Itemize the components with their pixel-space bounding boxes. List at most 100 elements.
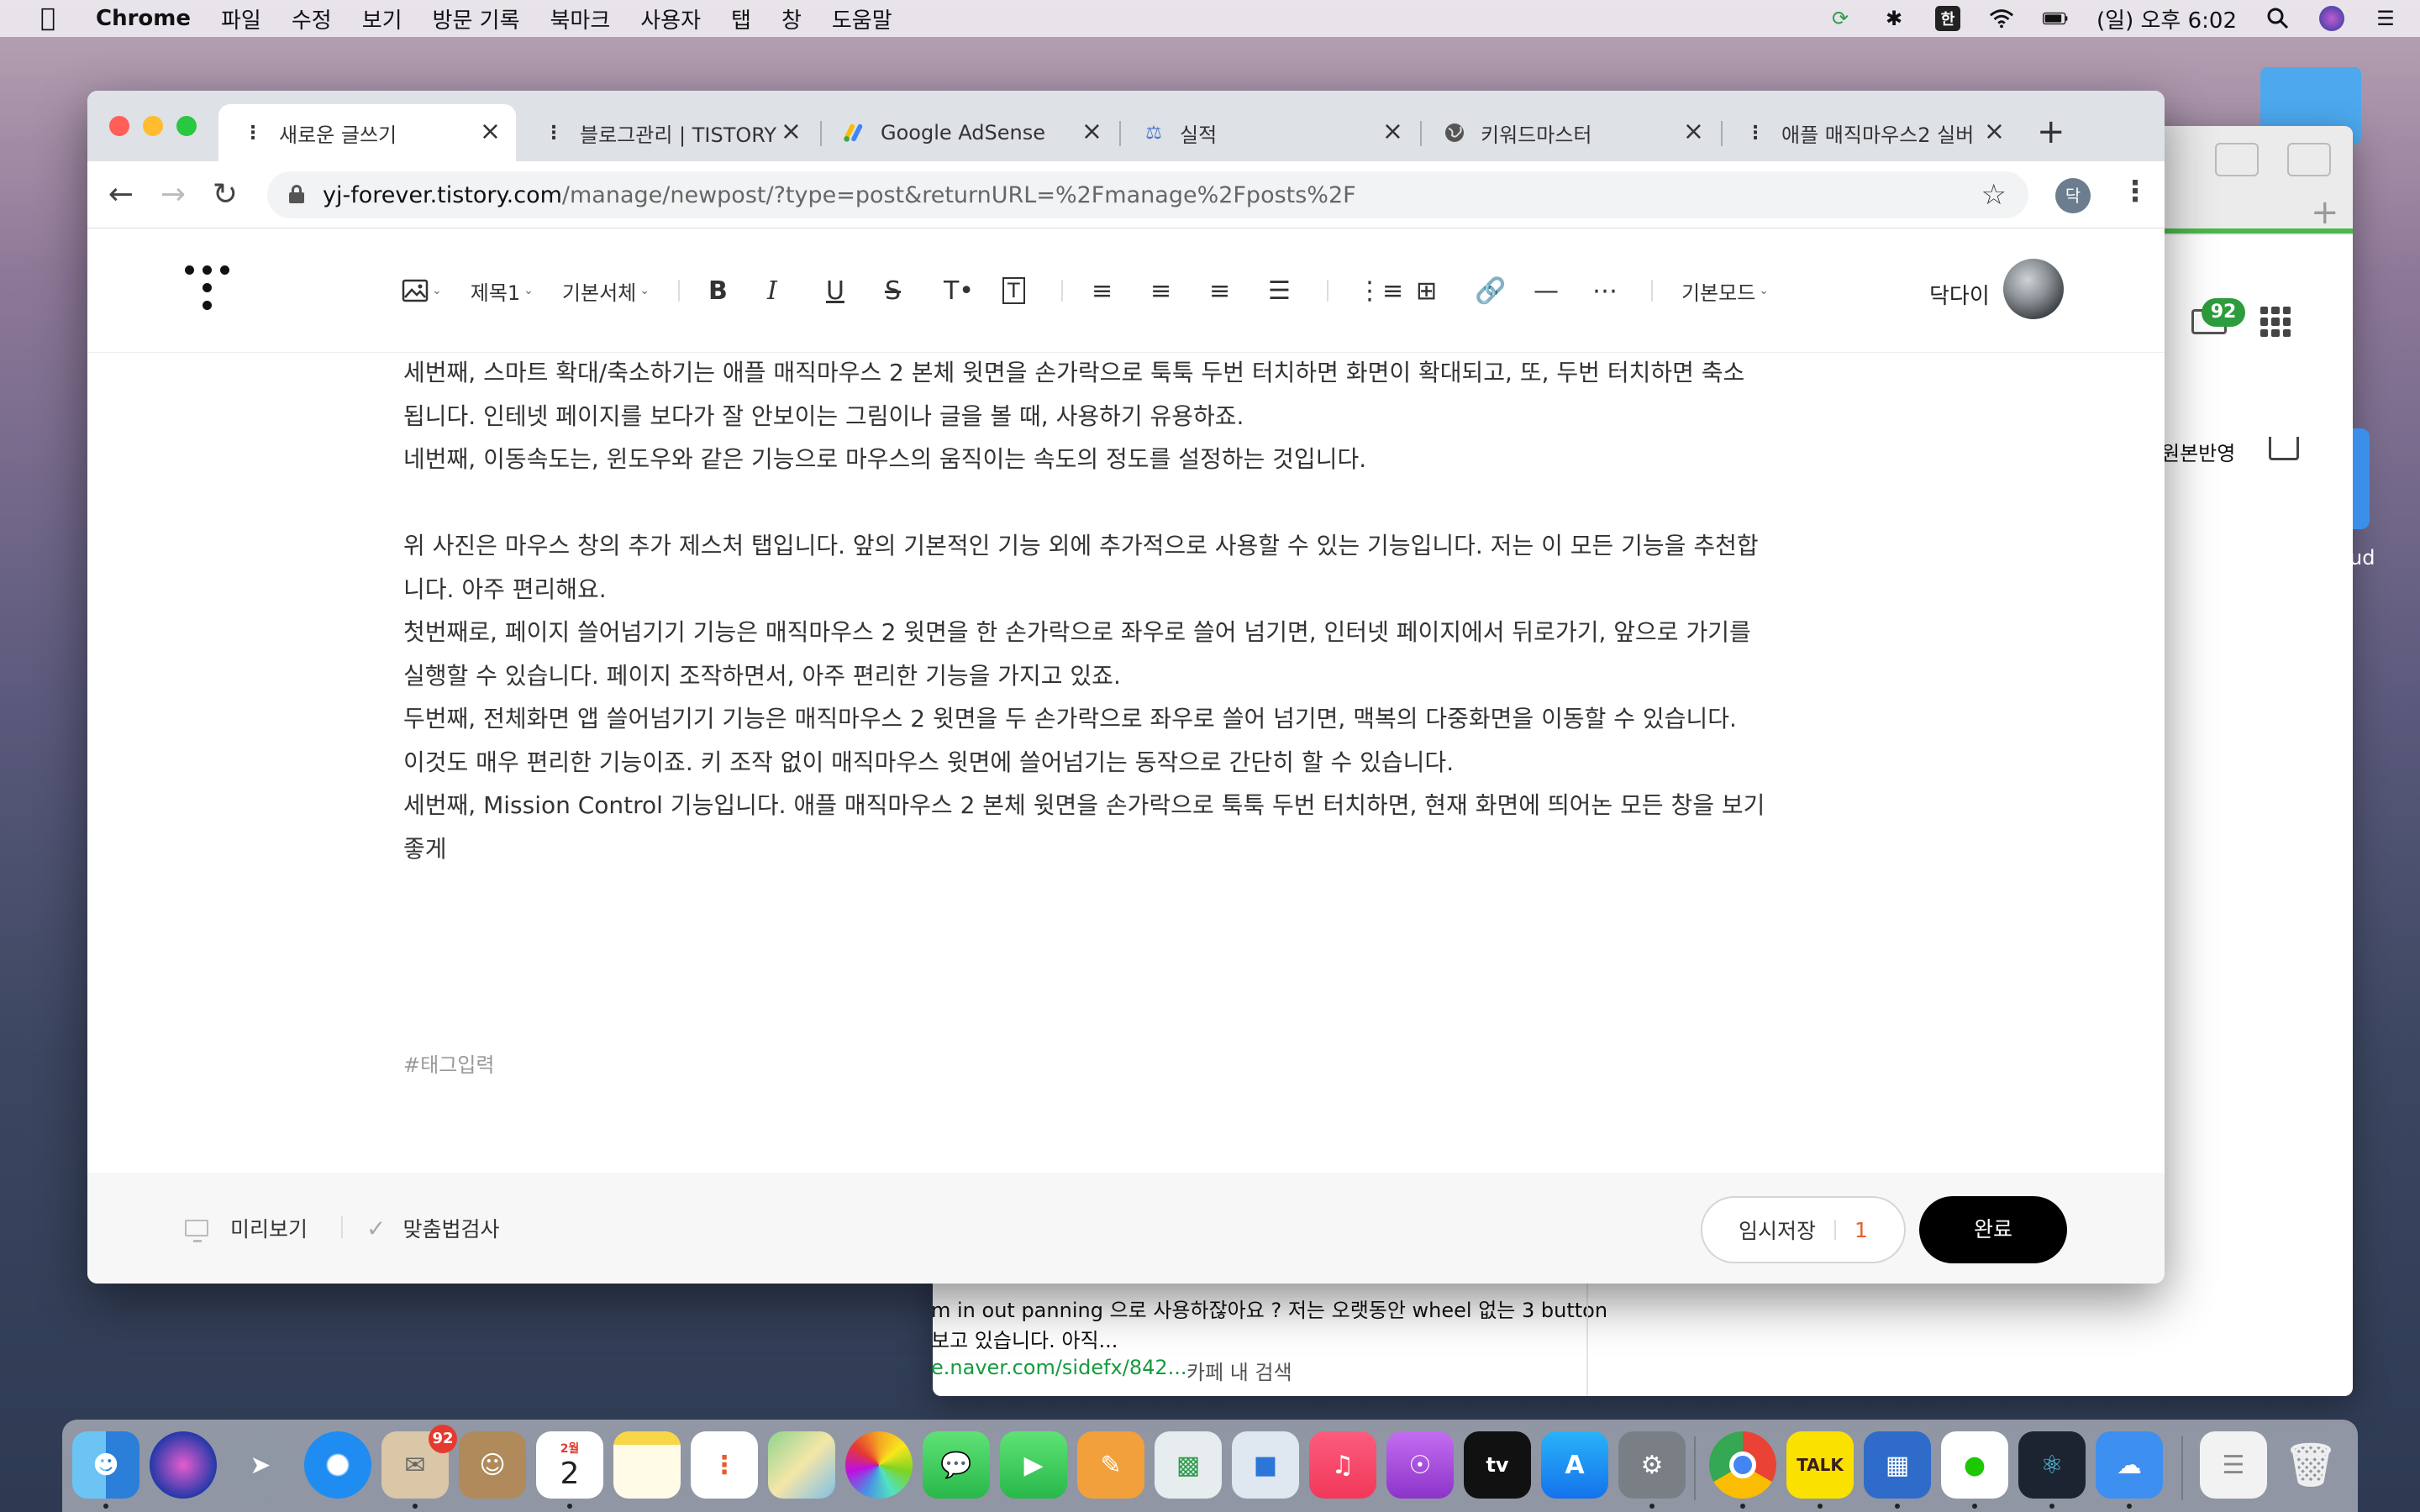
tab-close-icon[interactable]: × <box>480 119 501 144</box>
apple-menu-icon[interactable]:  <box>34 4 62 33</box>
siri-icon[interactable] <box>150 1431 217 1499</box>
align-justify-button[interactable]: ☰ <box>1268 272 1298 309</box>
menu-help[interactable]: 도움말 <box>832 3 892 34</box>
font-select[interactable]: 기본서체 ⌄ <box>562 272 650 309</box>
search-result-snippet-2[interactable]: 보고 있습니다. 아직... <box>931 1324 1118 1353</box>
editor-mode-select[interactable]: 기본모드 ⌄ <box>1681 272 1769 309</box>
menu-view[interactable]: 보기 <box>362 3 402 34</box>
user-avatar[interactable] <box>2003 259 2064 319</box>
contacts-icon[interactable]: ☺ <box>459 1431 526 1499</box>
tab-adsense[interactable]: Google AdSense × <box>820 104 1118 161</box>
calendar-icon[interactable]: 2월 2 <box>536 1431 603 1499</box>
tab-keyword-master[interactable]: 키워드마스터 × <box>1420 104 1719 161</box>
tag-input[interactable]: #태그입력 <box>403 1048 494 1078</box>
post-paragraph-line[interactable]: 세번째, 스마트 확대/축소하기는 애플 매직마우스 2 본체 윗면을 손가락으… <box>403 351 1933 395</box>
podcasts-icon[interactable]: ☉ <box>1386 1431 1454 1499</box>
draft-count[interactable]: 1 <box>1854 1218 1868 1242</box>
text-background-button[interactable]: T <box>1002 272 1033 309</box>
forward-arrow-icon[interactable]: → <box>155 176 192 213</box>
lock-icon[interactable] <box>289 185 304 203</box>
menu-window[interactable]: 창 <box>781 3 802 34</box>
maps-icon[interactable] <box>768 1431 835 1499</box>
input-method-icon[interactable]: 한 <box>1935 6 1961 31</box>
window-close-button[interactable] <box>109 116 129 136</box>
original-reflect-link[interactable]: 원본반영 <box>2161 437 2235 466</box>
notification-center-icon[interactable]: ☰ <box>2373 6 2398 31</box>
menu-people[interactable]: 사용자 <box>640 3 701 34</box>
chrome-menu-icon[interactable]: ⋮ <box>2121 175 2149 208</box>
post-paragraph-line[interactable]: 네번째, 이동속도는, 윈도우와 같은 기능으로 마우스의 움직이는 속도의 정… <box>403 438 1933 481</box>
text-color-button[interactable]: T• <box>944 272 974 309</box>
siri-icon[interactable] <box>2319 6 2344 31</box>
icloud-drive-icon[interactable] <box>2353 428 2370 529</box>
post-paragraph-line[interactable]: 두번째, 전체화면 앱 쓸어넘기기 기능은 매직마우스 2 윗면을 두 손가락으… <box>403 697 1933 741</box>
window-minimize-button[interactable] <box>143 116 163 136</box>
italic-button[interactable]: I <box>767 272 797 309</box>
search-result-url[interactable]: e.naver.com/sidefx/842... <box>931 1356 1187 1379</box>
facetime-icon[interactable]: ▶ <box>1000 1431 1067 1499</box>
background-new-tab-icon[interactable]: + <box>2311 193 2339 232</box>
background-tabs-icon[interactable] <box>2287 143 2331 176</box>
battery-icon[interactable] <box>2043 6 2068 31</box>
table-button[interactable]: ⊞ <box>1416 272 1446 309</box>
menu-file[interactable]: 파일 <box>221 3 261 34</box>
reminders-icon[interactable]: ⋮ <box>691 1431 758 1499</box>
naver-whale-icon[interactable]: ● <box>1941 1431 2008 1499</box>
new-tab-icon[interactable]: + <box>2037 113 2065 151</box>
atom-editor-icon[interactable]: ⚛ <box>2018 1431 2086 1499</box>
hangul-office-icon[interactable]: ▦ <box>1864 1431 1931 1499</box>
more-options-icon[interactable]: ⋯ <box>1592 272 1623 309</box>
spotlight-search-icon[interactable] <box>2265 6 2291 31</box>
messages-icon[interactable]: 💬 <box>923 1431 990 1499</box>
post-paragraph-line[interactable]: 이것도 매우 편리한 기능이죠. 키 조작 없이 매직마우스 윗면에 쓸어넘기는… <box>403 741 1933 785</box>
documents-stack-icon[interactable]: ☰ <box>2200 1431 2267 1499</box>
apple-tv-icon[interactable]: tv <box>1464 1431 1531 1499</box>
preview-button[interactable]: 미리보기 <box>185 1213 308 1243</box>
post-paragraph-line[interactable]: 위 사진은 마우스 창의 추가 제스처 탭입니다. 앞의 기본적인 기능 외에 … <box>403 524 1933 568</box>
bluetooth-icon[interactable]: ✱ <box>1881 6 1907 31</box>
post-paragraph-line[interactable]: 됩니다. 인테넷 페이지를 보다가 잘 안보이는 그림이나 글을 볼 때, 사용… <box>403 395 1933 438</box>
underline-button[interactable]: U <box>826 272 856 309</box>
bullet-list-button[interactable]: ⋮≡ <box>1357 272 1403 309</box>
post-body-editor[interactable]: 세번째, 스마트 확대/축소하기는 애플 매직마우스 2 본체 윗면을 손가락으… <box>403 351 1933 870</box>
notes-icon[interactable] <box>613 1431 681 1499</box>
post-paragraph-line[interactable]: 세번째, Mission Control 기능입니다. 애플 매직마우스 2 본… <box>403 784 1933 827</box>
search-result-snippet[interactable]: m in out panning 으로 사용하잖아요 ? 저는 오랫동안 whe… <box>931 1294 1607 1323</box>
profile-avatar[interactable]: 닥 <box>2055 178 2091 213</box>
numbers-icon[interactable]: ▩ <box>1155 1431 1222 1499</box>
tab-new-post[interactable]: ⋮ 새로운 글쓰기 × <box>218 104 516 161</box>
align-left-button[interactable]: ≡ <box>1092 272 1122 309</box>
tab-close-icon[interactable]: × <box>1081 119 1102 144</box>
align-center-button[interactable]: ≡ <box>1150 272 1181 309</box>
strikethrough-button[interactable]: S <box>885 272 915 309</box>
insert-image-button[interactable]: ⌄ <box>402 272 442 309</box>
back-arrow-icon[interactable]: ← <box>103 176 139 213</box>
window-zoom-button[interactable] <box>176 116 197 136</box>
post-blank-line[interactable] <box>403 481 1933 525</box>
menu-app-name[interactable]: Chrome <box>96 6 191 31</box>
app-store-icon[interactable]: A <box>1541 1431 1608 1499</box>
cafe-search-link[interactable]: 카페 내 검색 <box>1186 1356 1292 1385</box>
wifi-icon[interactable] <box>1989 6 2014 31</box>
bold-button[interactable]: B <box>708 272 739 309</box>
tab-magic-mouse-post[interactable]: ⋮ 애플 매직마우스2 실버 × <box>1721 104 2020 161</box>
post-paragraph-line[interactable]: 첫번째로, 페이지 쓸어넘기기 기능은 매직마우스 2 윗면을 한 손가락으로 … <box>403 611 1933 654</box>
post-paragraph-line[interactable]: 니다. 아주 편리해요. <box>403 568 1933 612</box>
system-preferences-icon[interactable]: ⚙ <box>1618 1431 1686 1499</box>
apps-grid-icon[interactable] <box>2260 307 2291 337</box>
reload-icon[interactable]: ↻ <box>207 176 244 213</box>
publish-done-button[interactable]: 완료 <box>1919 1196 2067 1263</box>
link-icon[interactable]: 🔗 <box>1475 272 1506 309</box>
address-bar[interactable]: yj-forever.tistory.com /manage/newpost/?… <box>267 171 2028 218</box>
tab-performance[interactable]: ⚖ 실적 × <box>1119 104 1418 161</box>
pages-icon[interactable]: ✎ <box>1077 1431 1144 1499</box>
tistory-logo-icon[interactable] <box>185 265 230 316</box>
tab-close-icon[interactable]: × <box>1683 119 1704 144</box>
tab-close-icon[interactable]: × <box>781 119 802 144</box>
menu-history[interactable]: 방문 기록 <box>433 3 520 34</box>
share-icon[interactable] <box>2269 437 2299 460</box>
post-paragraph-line[interactable]: 실행할 수 있습니다. 페이지 조작하면서, 아주 편리한 기능을 가지고 있죠… <box>403 654 1933 698</box>
chrome-icon[interactable] <box>1709 1431 1776 1499</box>
menubar-clock[interactable]: (일) 오후 6:02 <box>2096 3 2237 34</box>
bookmark-star-icon[interactable]: ☆ <box>1981 178 2007 212</box>
